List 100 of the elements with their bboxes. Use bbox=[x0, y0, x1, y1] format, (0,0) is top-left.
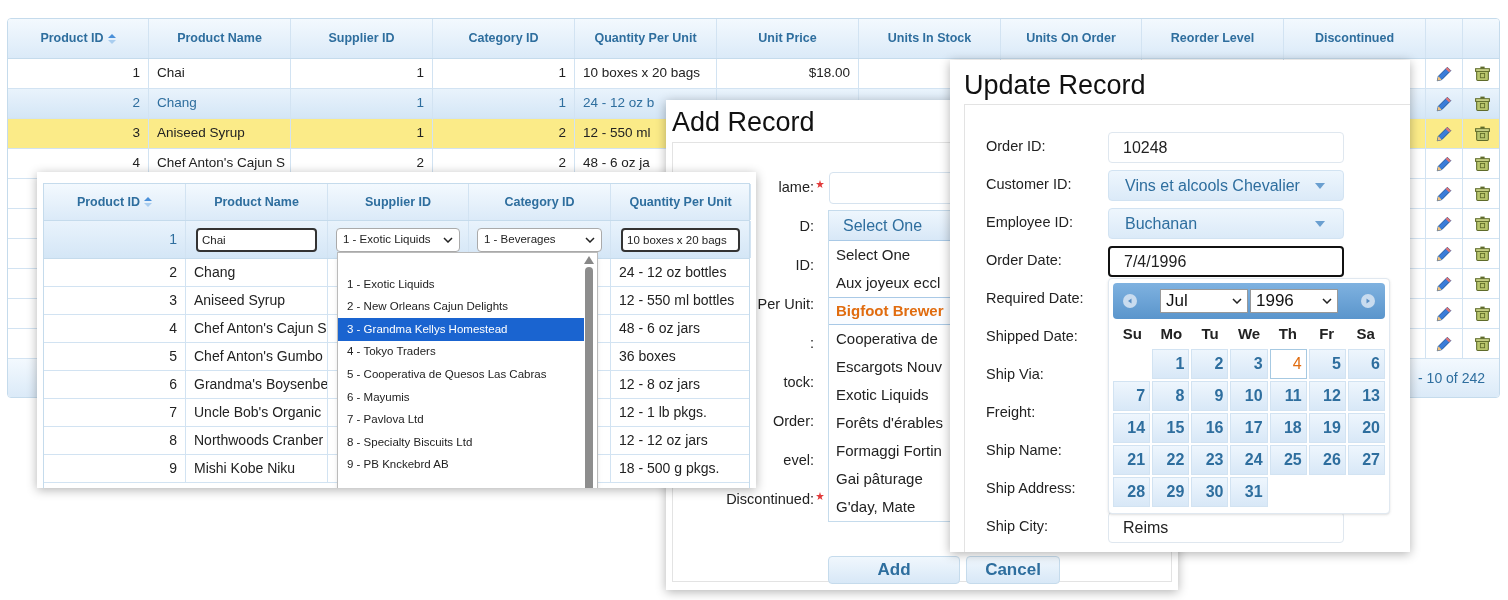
column-header[interactable]: Category ID bbox=[468, 29, 539, 48]
calendar-day[interactable]: 15 bbox=[1152, 413, 1190, 443]
column-header[interactable]: Discontinued bbox=[1314, 29, 1395, 48]
text-field[interactable]: Chai bbox=[196, 227, 317, 252]
dropdown-option[interactable]: 6 - Mayumis bbox=[338, 385, 584, 409]
column-header[interactable]: Product ID bbox=[40, 29, 104, 48]
calendar-day[interactable]: 21 bbox=[1113, 445, 1151, 475]
trash-icon[interactable] bbox=[1473, 335, 1491, 352]
pencil-icon[interactable] bbox=[1435, 124, 1453, 143]
field-label: D: bbox=[799, 216, 814, 236]
calendar-day[interactable]: 26 bbox=[1308, 445, 1346, 475]
pencil-icon[interactable] bbox=[1435, 334, 1453, 353]
select-field[interactable]: Buchanan bbox=[1108, 208, 1344, 239]
calendar-day[interactable]: 29 bbox=[1152, 477, 1190, 507]
calendar-day[interactable]: 16 bbox=[1191, 413, 1229, 443]
calendar-day[interactable]: 22 bbox=[1152, 445, 1190, 475]
column-header[interactable]: Category ID bbox=[504, 192, 575, 212]
dropdown-option[interactable]: 7 - Pavlova Ltd bbox=[338, 408, 584, 432]
calendar-day[interactable]: 6 bbox=[1347, 349, 1385, 379]
text-field[interactable]: 10248 bbox=[1108, 132, 1344, 163]
calendar-day[interactable]: 2 bbox=[1191, 349, 1229, 379]
calendar-day[interactable]: 12 bbox=[1308, 381, 1346, 411]
calendar-day[interactable]: 13 bbox=[1347, 381, 1385, 411]
calendar-day[interactable]: 1 bbox=[1152, 349, 1190, 379]
trash-icon[interactable] bbox=[1473, 305, 1491, 322]
pencil-icon[interactable] bbox=[1435, 214, 1453, 233]
calendar-day[interactable]: 4 bbox=[1269, 349, 1307, 379]
column-header[interactable]: Unit Price bbox=[758, 29, 817, 48]
column-header[interactable]: Units In Stock bbox=[887, 29, 972, 48]
select-field[interactable]: 1996 bbox=[1250, 289, 1338, 313]
trash-icon[interactable] bbox=[1473, 245, 1491, 262]
calendar-day[interactable]: 28 bbox=[1113, 477, 1151, 507]
trash-icon[interactable] bbox=[1473, 125, 1491, 142]
pencil-icon[interactable] bbox=[1435, 154, 1453, 173]
calendar-day[interactable]: 18 bbox=[1269, 413, 1307, 443]
select-field[interactable]: 1 - Exotic Liquids bbox=[336, 227, 460, 252]
scrollbar-thumb[interactable] bbox=[585, 267, 593, 488]
calendar-day[interactable]: 17 bbox=[1230, 413, 1268, 443]
column-header[interactable]: Quantity Per Unit bbox=[594, 29, 697, 48]
pencil-icon[interactable] bbox=[1435, 64, 1453, 83]
column-header[interactable]: Reorder Level bbox=[1170, 29, 1255, 48]
table-cell-text: 8 bbox=[169, 431, 177, 450]
calendar-day[interactable]: 20 bbox=[1347, 413, 1385, 443]
dialog-button[interactable]: Add bbox=[828, 556, 960, 584]
select-field[interactable]: Vins et alcools Chevalier bbox=[1108, 170, 1344, 201]
dropdown-option[interactable]: 3 - Grandma Kellys Homestead bbox=[338, 318, 584, 341]
calendar-day[interactable]: 23 bbox=[1191, 445, 1229, 475]
trash-icon[interactable] bbox=[1473, 185, 1491, 202]
calendar-day[interactable]: 7 bbox=[1113, 381, 1151, 411]
dropdown-option[interactable]: 2 - New Orleans Cajun Delights bbox=[338, 295, 584, 319]
select-field[interactable]: Jul bbox=[1160, 289, 1248, 313]
field-label: Ship Address: bbox=[986, 479, 1076, 499]
column-header[interactable]: Product Name bbox=[214, 192, 299, 212]
column-header[interactable]: Supplier ID bbox=[365, 192, 431, 212]
calendar-day[interactable]: 19 bbox=[1308, 413, 1346, 443]
calendar-day[interactable]: 8 bbox=[1152, 381, 1190, 411]
calendar-day[interactable]: 24 bbox=[1230, 445, 1268, 475]
calendar-day[interactable]: 11 bbox=[1269, 381, 1307, 411]
table-cell-text: 9 bbox=[169, 459, 177, 478]
dialog-button[interactable]: Cancel bbox=[966, 556, 1060, 584]
calendar-day[interactable]: 30 bbox=[1191, 477, 1229, 507]
select-field[interactable]: 1 - Beverages bbox=[477, 227, 602, 252]
dropdown-option[interactable]: 5 - Cooperativa de Quesos Las Cabras bbox=[338, 363, 584, 386]
field-label: Discontinued: bbox=[726, 489, 814, 509]
calendar-day[interactable]: 10 bbox=[1230, 381, 1268, 411]
dropdown-option[interactable]: 1 - Exotic Liquids bbox=[338, 273, 584, 296]
calendar-day[interactable]: 27 bbox=[1347, 445, 1385, 475]
trash-icon[interactable] bbox=[1473, 215, 1491, 232]
field-label: lame: bbox=[778, 177, 814, 197]
calendar-day[interactable]: 5 bbox=[1308, 349, 1346, 379]
text-field[interactable]: 7/4/1996 bbox=[1108, 246, 1344, 277]
text-field[interactable]: 10 boxes x 20 bags bbox=[621, 227, 740, 252]
chevron-icon bbox=[1232, 298, 1242, 304]
column-header[interactable]: Units On Order bbox=[1026, 29, 1116, 48]
pencil-icon[interactable] bbox=[1435, 274, 1453, 293]
pencil-icon[interactable] bbox=[1435, 184, 1453, 203]
dropdown-option[interactable]: 8 - Specialty Biscuits Ltd bbox=[338, 431, 584, 454]
trash-icon[interactable] bbox=[1473, 95, 1491, 112]
calendar-day[interactable]: 9 bbox=[1191, 381, 1229, 411]
dropdown-option[interactable]: 9 - PB Knckebrd AB bbox=[338, 453, 584, 477]
column-header[interactable]: Quantity Per Unit bbox=[629, 192, 732, 212]
calendar-day[interactable]: 3 bbox=[1230, 349, 1268, 379]
caret-icon bbox=[1315, 220, 1325, 227]
trash-icon[interactable] bbox=[1473, 275, 1491, 292]
calendar-day[interactable]: 31 bbox=[1230, 477, 1268, 507]
trash-icon[interactable] bbox=[1473, 65, 1491, 82]
trash-icon[interactable] bbox=[1473, 155, 1491, 172]
column-header[interactable]: Product ID bbox=[76, 192, 141, 212]
pencil-icon[interactable] bbox=[1435, 304, 1453, 323]
calendar-day[interactable]: 25 bbox=[1269, 445, 1307, 475]
column-header[interactable]: Product Name bbox=[177, 29, 262, 48]
scroll-up-icon[interactable] bbox=[584, 256, 594, 264]
pencil-icon[interactable] bbox=[1435, 94, 1453, 113]
pencil-icon[interactable] bbox=[1435, 244, 1453, 263]
calendar-day[interactable]: 14 bbox=[1113, 413, 1151, 443]
weekday-label: Th bbox=[1278, 323, 1297, 344]
column-header[interactable]: Supplier ID bbox=[328, 29, 395, 48]
field-label: Order: bbox=[772, 411, 814, 431]
text-field[interactable]: Reims bbox=[1108, 512, 1344, 543]
dropdown-option[interactable]: 4 - Tokyo Traders bbox=[338, 340, 584, 364]
